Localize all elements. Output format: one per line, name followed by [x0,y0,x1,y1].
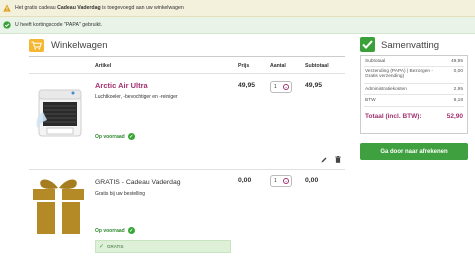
gratis-badge-label: GRATIS [107,244,124,249]
checkout-button[interactable]: Ga door naar afrekenen [360,143,468,160]
divider [29,73,345,74]
col-header-article: Artikel [95,63,112,69]
notice-gift-name: Cadeau Vaderdag [57,5,101,11]
unit-price: 49,95 [238,82,256,89]
line-subtotal: 0,00 [305,177,319,184]
gift-description: Gratis bij uw bestelling [95,191,146,197]
product-image-arctic-air[interactable] [33,82,86,152]
gift-image[interactable] [31,174,86,234]
chevron-down-icon: ⌄ [283,84,289,90]
summary-label: Administratiekosten [365,87,407,92]
notice-text-suffix: is toegevoegd aan uw winkelwagen [102,5,184,11]
summary-row-subtotal: Subtotaal 49,95 [365,59,463,64]
checkmark-icon: ✓ [99,244,105,250]
chevron-down-icon: ⌄ [283,178,289,184]
stock-status-label: Op voorraad [95,227,125,234]
discount-notice-text: U heeft kortingscode "PAPA" gebruikt. [15,22,103,28]
check-circle-icon: ✓ [127,133,135,140]
summary-value: 9,18 [453,98,463,103]
discount-notice: U heeft kortingscode "PAPA" gebruikt. [0,17,475,34]
cart-icon [29,39,44,52]
summary-row-admin: Administratiekosten 2,95 [365,87,463,92]
summary-label: Gratis verzending) [365,74,405,79]
stock-status-label: Op voorraad [95,133,125,140]
quantity-select[interactable]: 1 ⌄ [270,81,292,93]
summary-value: 49,95 [450,59,463,64]
stock-status: Op voorraad ✓ [95,227,135,234]
gift-added-notice: Het gratis cadeau Cadeau Vaderdag is toe… [0,0,475,17]
summary-label: Subtotaal [365,59,386,64]
summary-title: Samenvatting [381,40,440,51]
gift-product-name: GRATIS - Cadeau Vaderdag [95,179,181,186]
product-name-link[interactable]: Arctic Air Ultra [95,81,148,90]
divider [29,169,345,170]
summary-row-shipping: Verzending (PAPA) | Bezorgen - Gratis ver… [365,69,463,79]
divider [364,106,464,107]
gratis-badge: ✓ GRATIS [95,240,231,253]
unit-price: 0,00 [238,177,252,184]
product-description: Luchtkoeler, -bevochtiger en -reiniger [95,94,178,100]
notice-text-prefix: Het gratis cadeau [15,5,56,11]
summary-value: 2,95 [453,87,463,92]
summary-total: Totaal (incl. BTW): 52,90 [365,113,463,120]
divider [364,83,464,84]
total-label: Totaal (incl. BTW): [365,113,422,120]
total-value: 52,90 [446,113,463,120]
col-header-qty: Aantal [270,63,286,69]
warning-icon [3,4,11,12]
col-header-subtotal: Subtotaal [305,63,329,69]
divider [364,94,464,95]
check-circle-icon [3,21,11,29]
stock-status: Op voorraad ✓ [95,133,135,140]
cart-title: Winkelwagen [51,40,108,51]
quantity-value: 1 [274,178,277,184]
quantity-select[interactable]: 1 ⌄ [270,175,292,187]
summary-value: 0,00 [453,69,463,74]
summary-label: BTW [365,98,376,103]
divider [29,56,345,57]
line-subtotal: 49,95 [305,82,323,89]
checkmark-icon [360,37,375,52]
summary-row-vat: BTW 9,18 [365,98,463,103]
pencil-icon[interactable] [321,157,327,163]
trash-icon[interactable] [335,156,341,163]
quantity-value: 1 [274,84,277,90]
check-circle-icon: ✓ [127,227,135,234]
divider [364,66,464,67]
col-header-price: Prijs [238,63,250,69]
